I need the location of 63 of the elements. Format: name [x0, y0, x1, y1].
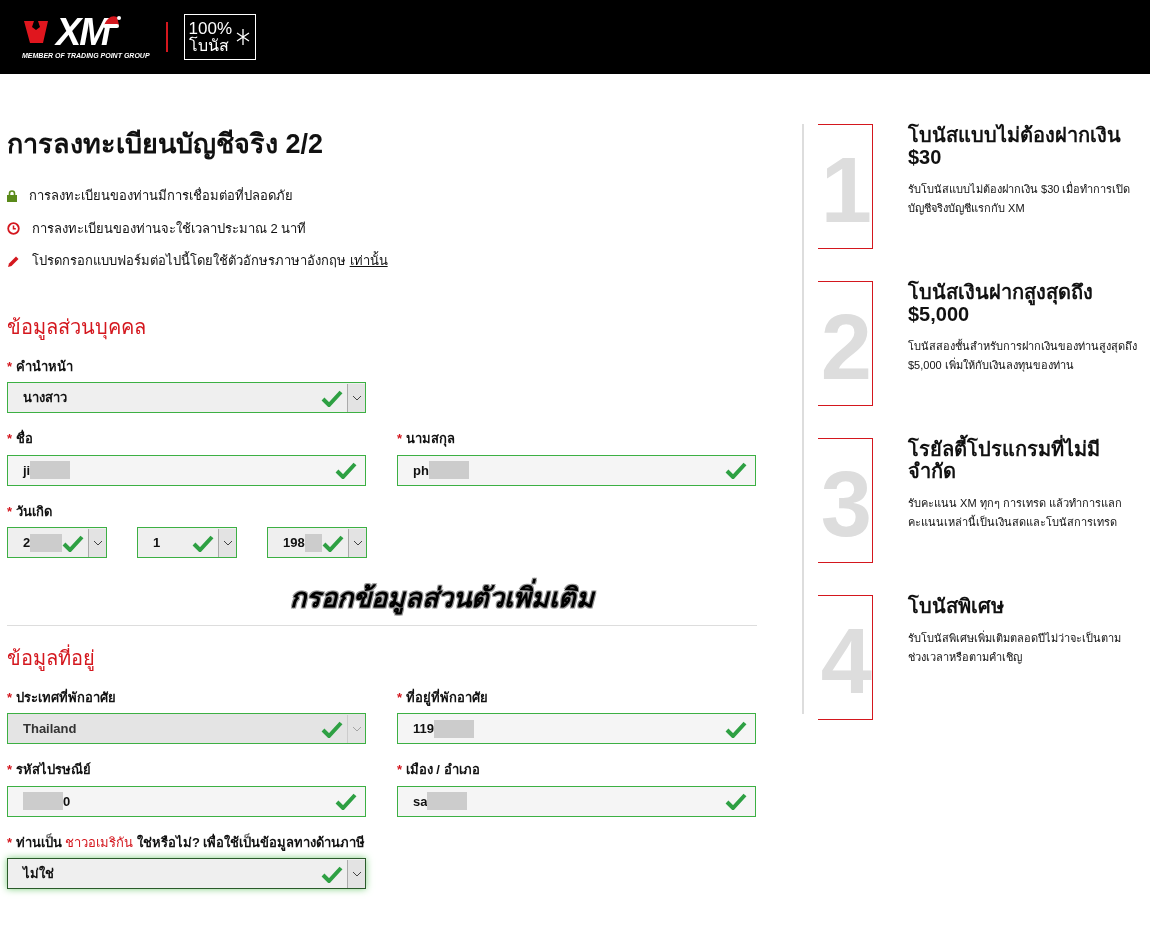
select-field[interactable]: 1: [137, 527, 237, 559]
check-icon: [321, 864, 343, 883]
caret-icon: [92, 539, 103, 546]
check-icon: [321, 388, 343, 407]
input-field[interactable]: 0: [7, 785, 366, 817]
note-text: การลงทะเบียนของท่านมีการเชื่อมต่อที่ปลอดภัย: [29, 186, 293, 206]
promo-label: โบนัส: [188, 37, 230, 55]
check-icon: [335, 792, 357, 811]
benefit-text: รับโบนัสแบบไม่ต้องฝากเงิน $30 เมื่อทำการเปิดบัญชีจริงบัญชีแรกกับ XM: [908, 180, 1132, 217]
redaction-mark: [434, 719, 474, 738]
clock-icon: [7, 222, 20, 236]
check-icon: [725, 461, 747, 480]
benefit-title: โบนัสพิเศษ: [908, 595, 1005, 617]
field-label: * คำนำหน้า: [7, 357, 74, 376]
redaction-mark: [304, 533, 322, 552]
section-heading: ข้อมูลส่วนบุคคล: [7, 314, 147, 339]
pencil-icon: [7, 254, 20, 268]
benefit-text: รับคะแนน XM ทุกๆ การเทรด แล้วทำการแลกคะแนนเหล่านี้เป็นเงินสดและโบนัสการเทรด: [908, 496, 1123, 530]
field-label: * ชื่อ: [7, 429, 34, 449]
input-field[interactable]: 119: [397, 713, 756, 745]
check-icon: [335, 461, 357, 480]
benefit-title: โบนัสแบบไม่ต้องฝากเงิน $30: [908, 124, 1122, 168]
overlay-caption: กรอกข้อมูลส่วนตัวเพิ่มเติม: [290, 578, 594, 619]
redaction-mark: [23, 792, 63, 811]
input-field[interactable]: ph: [397, 454, 756, 486]
redaction-mark: [30, 461, 71, 480]
select-field[interactable]: นางสาว: [7, 382, 366, 414]
select-field[interactable]: ไม่ใช่: [7, 858, 366, 890]
input-field[interactable]: ji: [7, 454, 366, 486]
check-icon: [725, 792, 747, 811]
caret-icon: [351, 870, 362, 877]
field-label: * ที่อยู่ที่พักอาศัย: [397, 687, 489, 708]
check-icon: [62, 533, 84, 552]
only-link[interactable]: เท่านั้น: [349, 253, 388, 269]
field-label: * รหัสไปรษณีย์: [7, 761, 92, 780]
note-text: โปรดกรอกแบบฟอร์มต่อไปนี้โดยใช้ตัวอักษรภาษาอังกฤษ เท่านั้น: [32, 251, 388, 271]
caret-icon: [222, 539, 233, 546]
benefit-text: โบนัสสองชั้นสำหรับการฝากเงินของท่านสูงสุดถึง $5,000 เพิ่มให้กับเงินลงทุนของท่าน: [908, 338, 1138, 374]
field-label: * เมือง / อำเภอ: [397, 761, 481, 780]
redaction-mark: [428, 461, 469, 480]
check-icon: [322, 533, 344, 552]
check-icon: [192, 533, 214, 552]
benefit-title: โบนัสเงินฝากสูงสุดถึง $5,000: [908, 281, 1094, 325]
page-title: การลงทะเบียนบัญชีจริง 2/2: [7, 128, 325, 161]
redaction-mark: [427, 792, 468, 811]
field-label: * ท่านเป็น ชาวอเมริกัน ใช่หรือไม่? เพื่อใช้เป็นข้อมูลทางด้านภาษี: [7, 832, 366, 853]
caret-icon: [351, 725, 362, 732]
check-icon: [321, 719, 343, 738]
snowflake-icon: [236, 28, 251, 46]
select-field[interactable]: 198: [267, 527, 367, 559]
select-field[interactable]: 2: [7, 527, 107, 559]
field-label: * นามสกุล: [397, 430, 456, 449]
lock-icon: [7, 190, 17, 203]
caret-icon: [352, 539, 363, 546]
note-text: การลงทะเบียนของท่านจะใช้เวลาประมาณ 2 นาที: [32, 219, 307, 238]
caret-icon: [351, 394, 362, 401]
check-icon: [725, 719, 747, 738]
input-field[interactable]: sa: [397, 785, 756, 817]
field-label: * ประเทศที่พักอาศัย: [7, 687, 117, 707]
benefit-text: รับโบนัสพิเศษเพิ่มเติมตลอดปีไม่ว่าจะเป็นตามช่วงเวลาหรือตามคำเชิญ: [908, 629, 1122, 666]
section-heading: ข้อมูลที่อยู่: [7, 645, 96, 670]
field-label: * วันเกิด: [7, 502, 53, 521]
redaction-mark: [30, 533, 62, 552]
